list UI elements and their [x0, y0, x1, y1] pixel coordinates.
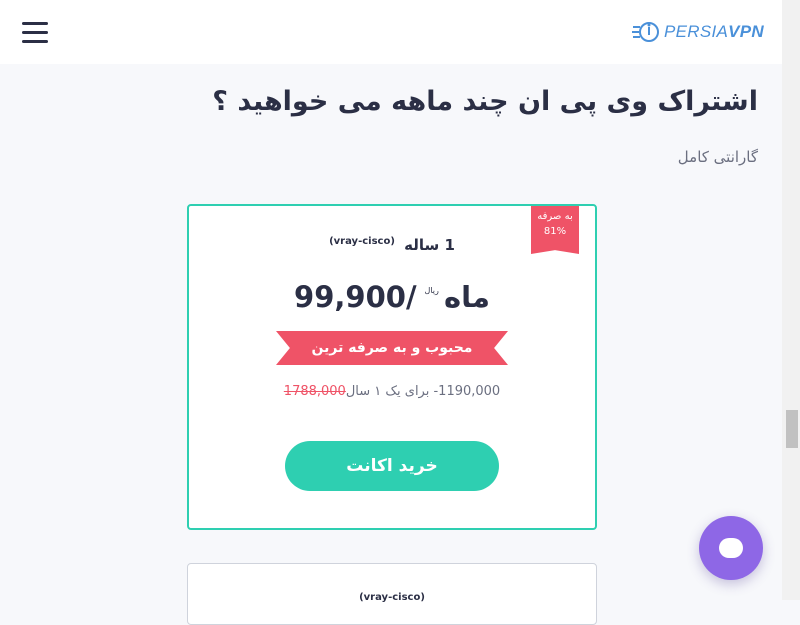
menu-line [22, 22, 48, 25]
logo-prefix: PERSIA [663, 22, 729, 41]
chat-button[interactable] [699, 516, 763, 580]
logo[interactable]: PERSIAVPN [631, 18, 764, 46]
popular-banner: محبوب و به صرفه ترین [276, 331, 508, 365]
plan-duration: 1 ساله [404, 236, 455, 254]
plan-protocols: (vray-cisco) [329, 236, 395, 247]
buy-account-button[interactable]: خرید اکانت [285, 441, 499, 491]
plan-card-second: (vray-cisco) [187, 563, 597, 625]
header: PERSIAVPN [0, 0, 782, 64]
page-subtitle: گارانتی کامل [677, 148, 758, 166]
discount-badge-label: به صرفه [537, 211, 573, 222]
page-title: اشتراک وی پی ان چند ماهه می خواهید ؟ [212, 86, 758, 117]
logo-text: PERSIAVPN [664, 22, 764, 42]
scrollbar[interactable] [782, 0, 800, 600]
old-price: 1788,000 [283, 384, 346, 399]
scrollbar-thumb[interactable] [786, 410, 798, 448]
plan-title: 1 ساله (vray-cisco) [189, 236, 595, 254]
menu-line [22, 31, 48, 34]
plan-card-yearly: به صرفه 81% 1 ساله (vray-cisco) 99,900/م… [187, 204, 597, 530]
total-price-text: 1190,000- برای یک ۱ سال [345, 384, 501, 399]
price-line: 99,900/ماه ریال [189, 280, 595, 314]
plan-price: 99,900/ماه [294, 280, 490, 314]
chat-bubble-icon [719, 538, 743, 558]
plan-protocols: (vray-cisco) [359, 592, 425, 603]
persiavpn-logo-icon [631, 22, 659, 42]
hamburger-menu-icon[interactable] [22, 22, 48, 46]
menu-line [22, 40, 48, 43]
price-detail: 1190,000- برای یک ۱ سال1788,000 [189, 384, 595, 399]
currency-label: ریال [424, 286, 439, 295]
logo-suffix: VPN [728, 22, 764, 41]
